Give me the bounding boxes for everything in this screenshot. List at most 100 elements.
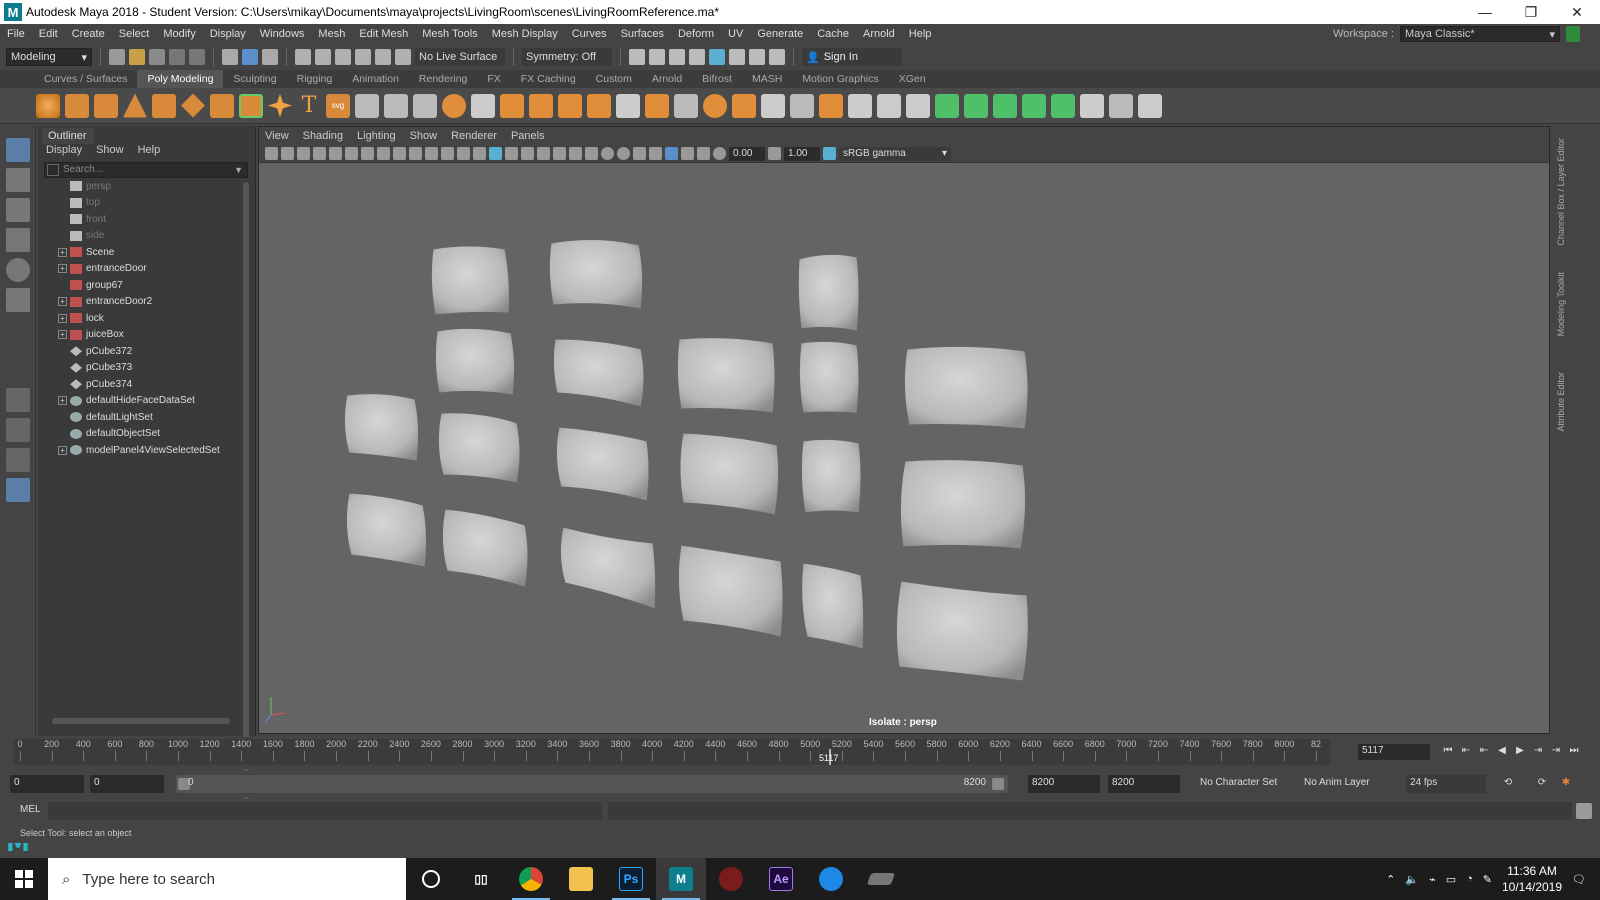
cortana-button[interactable] xyxy=(406,858,456,900)
checker-icon[interactable] xyxy=(1080,93,1104,118)
poly-torus-icon[interactable] xyxy=(152,93,176,118)
live-surface-field[interactable]: No Live Surface xyxy=(415,48,505,66)
pillow-mesh[interactable] xyxy=(441,508,529,588)
viewport-menu-item[interactable]: Renderer xyxy=(451,130,497,142)
shelf-tab[interactable]: Sculpting xyxy=(223,70,286,88)
shelf-tab[interactable]: XGen xyxy=(889,70,936,88)
xray-joints-icon[interactable] xyxy=(681,147,694,160)
viewport-menu-item[interactable]: Lighting xyxy=(357,130,396,142)
shelf-tab[interactable]: Bifrost xyxy=(692,70,742,88)
pillow-mesh[interactable] xyxy=(430,245,510,316)
pillow-mesh[interactable] xyxy=(903,345,1029,430)
mel-input[interactable] xyxy=(48,802,602,820)
gamma-field[interactable]: 1.00 xyxy=(784,146,820,161)
hypershade-icon[interactable] xyxy=(709,49,725,65)
fps-dropdown[interactable]: 24 fps xyxy=(1406,775,1486,793)
shelf-tab[interactable]: Poly Modeling xyxy=(137,70,224,88)
taskbar-clock[interactable]: 11:36 AM 10/14/2019 xyxy=(1502,863,1562,895)
shelf-tab[interactable]: Custom xyxy=(586,70,642,88)
chrome-taskbar-button[interactable] xyxy=(506,858,556,900)
insert-edge-loop-icon[interactable] xyxy=(645,93,669,118)
menu-item[interactable]: Select xyxy=(112,28,157,40)
step-back-key-icon[interactable]: ⇤ xyxy=(1478,745,1490,757)
expand-icon[interactable]: + xyxy=(58,297,67,307)
gamma-icon[interactable] xyxy=(768,147,781,160)
anti-aliasing-icon[interactable] xyxy=(617,147,630,160)
pillow-mesh[interactable] xyxy=(798,340,860,414)
taskbar-search-box[interactable]: ⌕ Type here to search xyxy=(48,858,406,900)
menu-item[interactable]: Cache xyxy=(810,28,856,40)
render-setup-icon[interactable] xyxy=(729,49,745,65)
restore-button[interactable]: ❐ xyxy=(1508,0,1554,24)
shelf-tab[interactable]: Arnold xyxy=(642,70,692,88)
pillow-mesh[interactable] xyxy=(552,338,645,408)
menu-item[interactable]: Mesh Tools xyxy=(415,28,484,40)
menu-item[interactable]: Generate xyxy=(750,28,810,40)
network-icon[interactable]: ⌁ xyxy=(1429,873,1436,886)
new-scene-icon[interactable] xyxy=(109,49,125,65)
gate-mask-icon[interactable] xyxy=(409,147,422,160)
snap-vertex-icon[interactable] xyxy=(395,49,411,65)
playback-end-field[interactable]: 8200 xyxy=(1028,775,1100,793)
resolution-gate-icon[interactable] xyxy=(393,147,406,160)
delete-history-icon[interactable] xyxy=(1138,93,1162,118)
chevron-up-icon[interactable]: ⌃ xyxy=(1386,873,1395,886)
volume-icon[interactable]: 🔈 xyxy=(1405,873,1419,886)
menu-item[interactable]: Create xyxy=(65,28,112,40)
expand-icon[interactable]: + xyxy=(58,264,67,274)
viewport-menu-item[interactable]: Panels xyxy=(511,130,545,142)
menu-item[interactable]: Edit xyxy=(32,28,65,40)
outliner-item[interactable]: + entranceDoor xyxy=(38,261,242,278)
pen-icon[interactable]: ✎ xyxy=(1483,873,1492,886)
camera-attributes-icon[interactable] xyxy=(281,147,294,160)
platonic-solid-icon[interactable] xyxy=(239,93,263,118)
outliner-item[interactable]: + defaultHideFaceDataSet xyxy=(38,393,242,410)
outliner-item[interactable]: persp xyxy=(38,178,242,195)
menu-set-dropdown[interactable]: Modeling ▾ xyxy=(6,48,92,66)
render-frame-icon[interactable] xyxy=(649,49,665,65)
pillow-mesh[interactable] xyxy=(437,412,521,484)
outliner-item[interactable]: pCube372 xyxy=(38,343,242,360)
menu-item[interactable]: Help xyxy=(902,28,939,40)
pillow-mesh[interactable] xyxy=(343,393,420,462)
snap-point-icon[interactable] xyxy=(335,49,351,65)
snap-grid-icon[interactable] xyxy=(295,49,311,65)
wifi-icon[interactable]: ◔ xyxy=(1466,873,1473,885)
viewport-menu-item[interactable]: Show xyxy=(410,130,438,142)
scale-tool-icon[interactable] xyxy=(6,288,30,312)
app-taskbar-button[interactable] xyxy=(806,858,856,900)
pillow-mesh[interactable] xyxy=(559,526,657,610)
outliner-tab[interactable]: Outliner xyxy=(42,128,94,144)
outliner-item[interactable]: group67 xyxy=(38,277,242,294)
poly-disc-icon[interactable] xyxy=(210,93,234,118)
minimize-button[interactable]: — xyxy=(1462,0,1508,24)
time-slider-track[interactable]: 5117 0 200 400 600 800 1000 1200 1400 1600 1800 20… xyxy=(14,739,1330,765)
mesh-select-icon[interactable] xyxy=(384,93,408,118)
after-effects-taskbar-button[interactable]: Ae xyxy=(756,858,806,900)
outliner-item[interactable]: pCube373 xyxy=(38,360,242,377)
loop-icon[interactable]: ⟲ xyxy=(1502,777,1514,789)
poly-cylinder-icon[interactable] xyxy=(94,93,118,118)
select-component-icon[interactable] xyxy=(262,49,278,65)
select-camera-icon[interactable] xyxy=(265,147,278,160)
pillow-mesh[interactable] xyxy=(548,238,644,310)
attribute-editor-tab[interactable]: Attribute Editor xyxy=(1556,372,1566,432)
viewport-scene[interactable]: Isolate : persp xyxy=(259,163,1549,733)
outliner-item[interactable]: defaultObjectSet xyxy=(38,426,242,443)
outliner-item[interactable]: + Scene xyxy=(38,244,242,261)
lock-icon[interactable] xyxy=(1566,26,1580,42)
viewport-menu-item[interactable]: View xyxy=(265,130,289,142)
menu-item[interactable]: Edit Mesh xyxy=(352,28,415,40)
exposure-field[interactable]: 0.00 xyxy=(729,146,765,161)
menu-item[interactable]: Deform xyxy=(671,28,721,40)
menu-item[interactable]: Arnold xyxy=(856,28,902,40)
outliner-horizontal-scrollbar[interactable] xyxy=(52,718,230,724)
shelf-tab[interactable]: FX Caching xyxy=(511,70,586,88)
smooth-shade-icon[interactable] xyxy=(489,147,502,160)
undo-icon[interactable] xyxy=(169,49,185,65)
poly-sphere-icon[interactable] xyxy=(36,93,60,118)
color-management-icon[interactable] xyxy=(823,147,836,160)
menu-item[interactable]: Mesh xyxy=(311,28,352,40)
outliner-item[interactable]: top xyxy=(38,195,242,212)
render-view-icon[interactable] xyxy=(629,49,645,65)
